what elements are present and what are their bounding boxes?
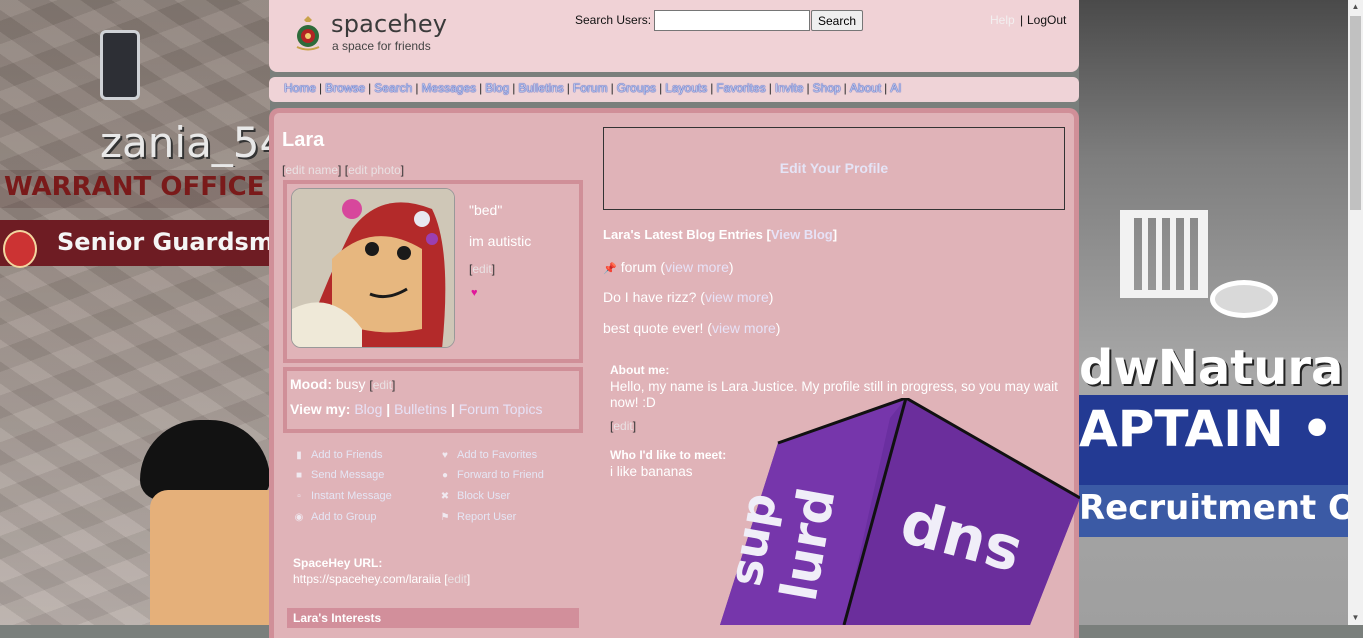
profile-edit-links: [edit name] [edit photo] — [282, 163, 405, 177]
bio-edit-button[interactable]: edit — [472, 262, 491, 276]
profile-quote: "bed" — [469, 202, 503, 218]
mood-line: Mood: busy [edit] — [290, 376, 396, 392]
send-message-label: Send Message — [311, 469, 385, 481]
add-to-friends-button[interactable]: ▮ Add to Friends — [293, 449, 383, 461]
background-emblem-icon — [1120, 210, 1208, 298]
blog-title-suffix: ] — [832, 227, 838, 242]
who-to-meet-title: Who I'd like to meet: — [610, 448, 727, 462]
edit-name-link[interactable]: edit name — [285, 163, 338, 177]
report-label: Report User — [457, 511, 517, 523]
heart-icon: ♥ — [471, 287, 478, 299]
block-x-icon: ✖ — [440, 491, 450, 502]
page-scrollbar[interactable]: ▲ ▼ — [1348, 0, 1363, 625]
background-player-name-right: dwNatura — [1079, 340, 1344, 396]
avatar-image — [292, 189, 454, 347]
message-bubble-icon: ■ — [295, 470, 303, 481]
view-forum-topics-link[interactable]: Forum Topics — [459, 401, 543, 417]
forward-label: Forward to Friend — [457, 469, 544, 481]
forward-to-friend-button[interactable]: ● Forward to Friend — [439, 469, 544, 481]
bio-edit-link: [edit] — [469, 262, 496, 276]
block-user-button[interactable]: ✖ Block User — [439, 490, 510, 502]
add-friends-label: Add to Friends — [311, 449, 383, 461]
who-to-meet-text: i like bananas — [610, 464, 693, 479]
background-character-face — [150, 490, 270, 625]
background-player-role: Senior Guardsma — [57, 228, 270, 256]
pin-icon: 📌 — [603, 263, 617, 275]
about-edit-link[interactable]: edit — [613, 419, 632, 433]
view-more-link[interactable]: view more — [665, 259, 729, 275]
blog-title-prefix: Lara's Latest Blog Entries [ — [603, 227, 771, 242]
add-to-group-button[interactable]: ◉ Add to Group — [293, 511, 377, 523]
blog-entry-title[interactable]: best quote ever! — [603, 320, 703, 336]
mood-value: busy — [335, 376, 366, 392]
edit-your-profile-button[interactable]: Edit Your Profile — [603, 127, 1065, 210]
send-message-button[interactable]: ■ Send Message — [293, 469, 384, 481]
report-user-button[interactable]: ⚑ Report User — [439, 511, 517, 523]
view-my-label: View my: — [290, 401, 351, 417]
edit-photo-link[interactable]: edit photo — [348, 163, 401, 177]
scroll-thumb[interactable] — [1350, 16, 1361, 210]
interests-header: Lara's Interests — [287, 608, 579, 628]
group-icon: ◉ — [294, 512, 304, 523]
add-favorites-label: Add to Favorites — [457, 449, 538, 461]
mood-edit-link[interactable]: edit — [373, 378, 392, 392]
instant-message-label: Instant Message — [311, 490, 392, 502]
spacehey-url-line: https://spacehey.com/laraiia [edit] — [293, 572, 471, 586]
background-player-rank-right: APTAIN • — [1079, 400, 1334, 458]
about-me-title: About me: — [610, 363, 670, 377]
report-flag-icon: ⚑ — [440, 512, 450, 523]
view-more-link[interactable]: view more — [712, 320, 776, 336]
view-more-link[interactable]: view more — [705, 289, 769, 305]
purple-cube-overlay: sup lurd sup — [720, 398, 1080, 625]
view-my-line: View my: Blog | Bulletins | Forum Topics — [290, 401, 543, 417]
profile-bio-line: im autistic — [469, 233, 532, 249]
block-label: Block User — [457, 490, 511, 502]
instant-message-icon: ▫ — [297, 491, 301, 502]
profile-avatar[interactable] — [291, 188, 455, 348]
blog-entry: 📌 forum (view more) — [603, 259, 734, 275]
instant-message-button[interactable]: ▫ Instant Message — [293, 490, 392, 502]
blog-entry-title[interactable]: forum — [621, 259, 657, 275]
blog-entries-title: Lara's Latest Blog Entries [View Blog] — [603, 227, 837, 242]
add-group-label: Add to Group — [311, 511, 377, 523]
mood-label: Mood: — [290, 376, 332, 392]
about-edit-line: [edit] — [610, 419, 637, 433]
blog-entry: Do I have rizz? (view more) — [603, 289, 774, 305]
forward-users-icon: ● — [441, 470, 449, 481]
spacehey-url-value: https://spacehey.com/laraiia — [293, 572, 441, 586]
add-friend-icon: ▮ — [296, 450, 302, 461]
background-coin-icon — [1210, 280, 1278, 318]
blog-entry: best quote ever! (view more) — [603, 320, 781, 336]
url-edit-link[interactable]: edit — [448, 572, 467, 586]
spacehey-url-title: SpaceHey URL: — [293, 556, 383, 570]
view-blog-link-right[interactable]: View Blog — [771, 227, 833, 242]
background-player-rank: WARRANT OFFICE — [4, 172, 265, 202]
view-bulletins-link[interactable]: Bulletins — [394, 401, 447, 417]
background-player-role-right: Recruitment Of — [1079, 488, 1349, 528]
view-blog-link[interactable]: Blog — [354, 401, 382, 417]
background-phone-icon — [100, 30, 140, 100]
scroll-up-arrow-icon[interactable]: ▲ — [1348, 0, 1363, 14]
profile-name: Lara — [282, 129, 325, 151]
add-to-favorites-button[interactable]: ♥ Add to Favorites — [439, 449, 537, 461]
blog-entry-title[interactable]: Do I have rizz? — [603, 289, 696, 305]
background-crest-icon — [3, 230, 37, 268]
favorite-heart-icon: ♥ — [442, 450, 448, 461]
background-player-name: zania_54 — [100, 118, 270, 167]
scroll-down-arrow-icon[interactable]: ▼ — [1348, 611, 1363, 625]
